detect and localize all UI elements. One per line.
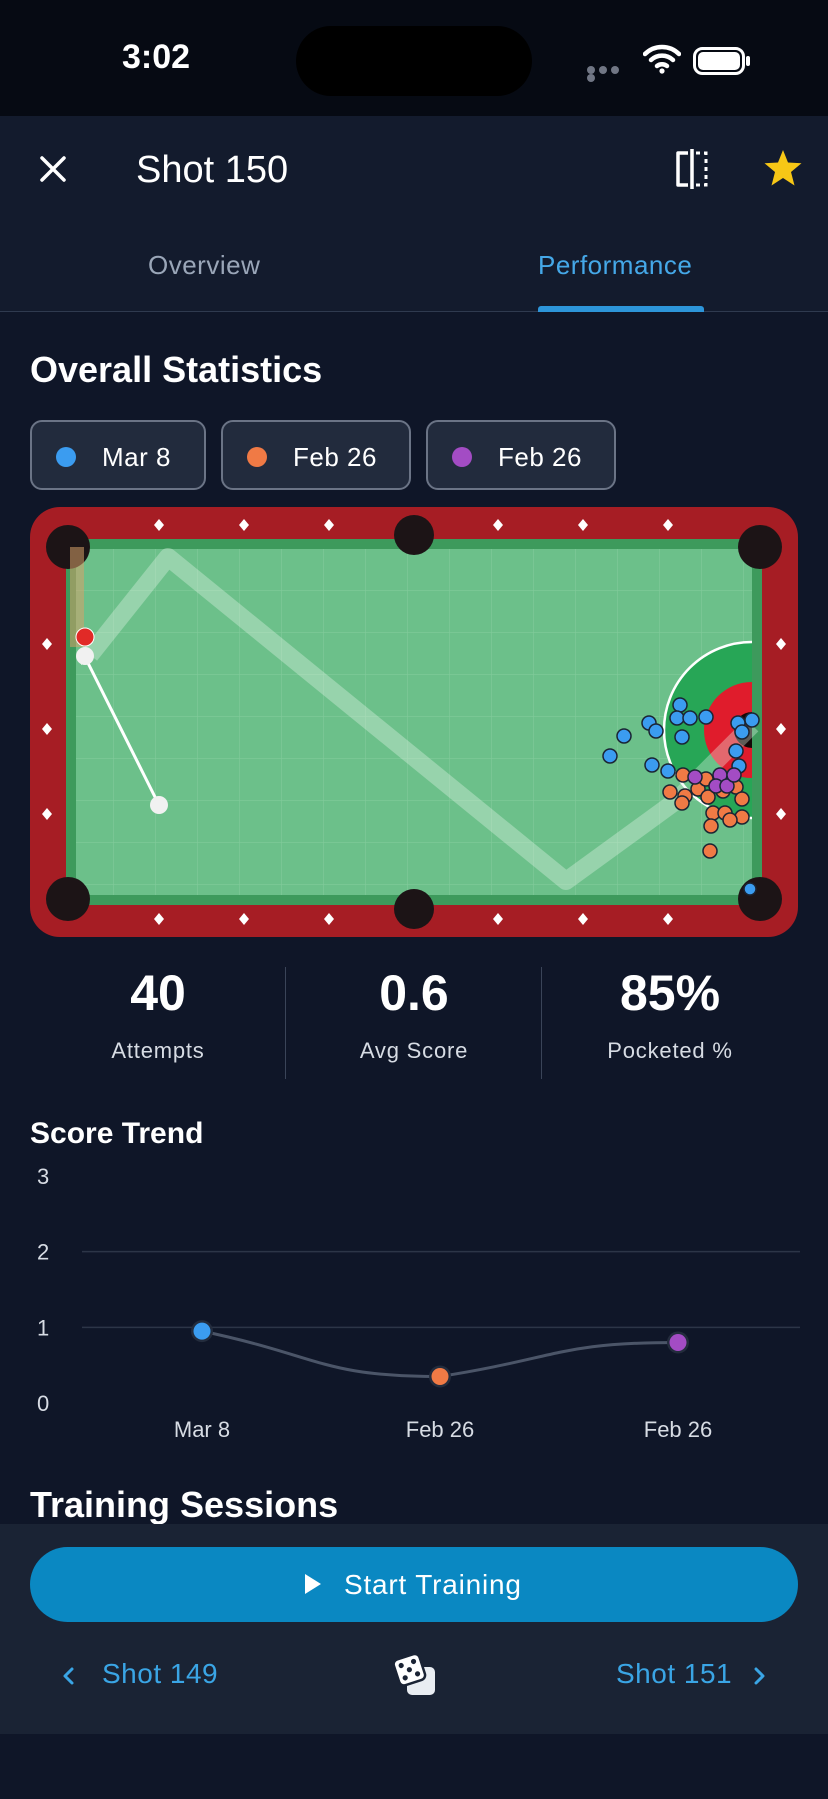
status-bar: 3:02 [0, 0, 828, 116]
y-tick-label: 0 [37, 1391, 49, 1416]
stat-value: 85% [619, 965, 721, 1021]
x-tick-label: Feb 26 [644, 1417, 713, 1442]
filter-chip-feb-26-b[interactable]: Feb 26 [426, 420, 616, 490]
status-time: 3:02 [122, 38, 191, 76]
filter-chip-label: Feb 26 [293, 442, 377, 472]
tab-overview[interactable]: Overview [148, 250, 260, 281]
pool-table-diagram [30, 507, 798, 937]
active-tab-indicator [538, 306, 704, 312]
ghost-ball [76, 647, 94, 665]
top-app-bar [0, 116, 828, 312]
stat-label: Attempts [111, 1038, 205, 1063]
series-color-dot [247, 447, 267, 467]
filter-chip-label: Feb 26 [498, 442, 582, 472]
filter-chip-feb-26-a[interactable]: Feb 26 [221, 420, 411, 490]
home-indicator-area [0, 1734, 828, 1799]
battery-icon [693, 47, 750, 75]
y-tick-label: 3 [37, 1164, 49, 1189]
filter-chip-label: Mar 8 [102, 442, 171, 472]
close-icon[interactable] [34, 150, 72, 188]
previous-shot-label: Shot 149 [102, 1658, 219, 1689]
y-tick-label: 2 [37, 1240, 49, 1265]
overall-statistics-title: Overall Statistics [30, 349, 323, 390]
start-training-label: Start Training [344, 1569, 522, 1600]
stat-label: Pocketed % [607, 1038, 733, 1063]
play-icon [305, 1574, 321, 1594]
score-trend-chart: 3 2 1 0 Mar 8 Feb 26 Feb 26 [37, 1164, 800, 1442]
dynamic-island [296, 26, 532, 96]
data-point [193, 1322, 211, 1340]
next-shot-label: Shot 151 [616, 1658, 733, 1689]
stat-attempts: 40 Attempts [30, 964, 286, 1064]
wifi-icon [643, 44, 681, 74]
filter-chip-mar-8[interactable]: Mar 8 [30, 420, 206, 490]
stat-value: 40 [130, 965, 186, 1021]
y-tick-label: 1 [37, 1315, 49, 1340]
stat-value: 0.6 [379, 965, 449, 1021]
object-ball [75, 627, 95, 647]
compare-icon[interactable] [672, 148, 712, 190]
cellular-signal-icon [587, 66, 631, 82]
chevron-left-icon [63, 1667, 74, 1685]
x-tick-label: Mar 8 [174, 1417, 230, 1442]
stat-pocketed: 85% Pocketed % [542, 964, 798, 1064]
tab-performance[interactable]: Performance [538, 250, 692, 281]
stat-label: Avg Score [359, 1038, 469, 1063]
cue-ball [150, 796, 168, 814]
stat-avg-score: 0.6 Avg Score [286, 964, 542, 1064]
data-point [669, 1333, 687, 1351]
favorite-star-icon[interactable] [763, 148, 803, 188]
x-tick-label: Feb 26 [406, 1417, 475, 1442]
score-trend-title: Score Trend [30, 1117, 204, 1150]
page-title: Shot 150 [136, 149, 289, 191]
series-color-dot [452, 447, 472, 467]
dice-random-icon[interactable] [393, 1653, 437, 1697]
series-color-dot [56, 447, 76, 467]
chevron-right-icon [754, 1667, 765, 1685]
training-sessions-title: Training Sessions [30, 1484, 339, 1525]
data-point [431, 1368, 449, 1386]
